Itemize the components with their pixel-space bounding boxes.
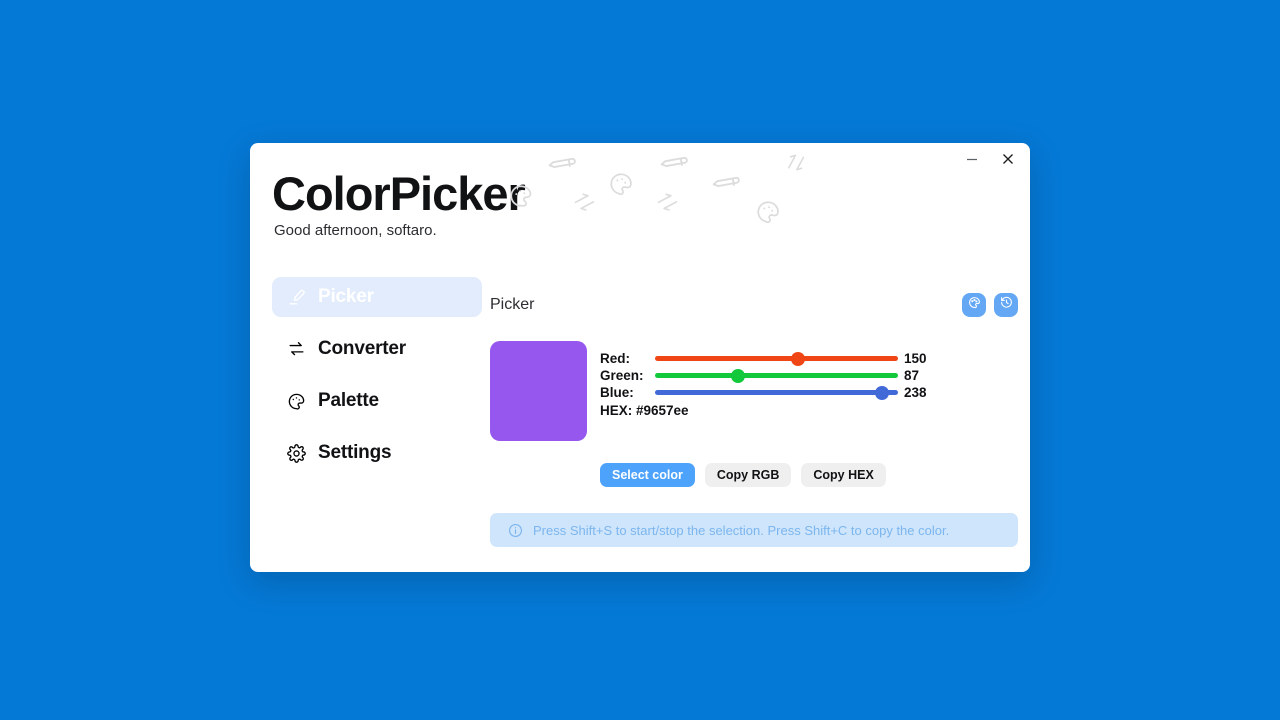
swap-arrows-icon	[286, 339, 306, 359]
channel-row: Blue: 238	[600, 384, 1018, 401]
copy-rgb-button[interactable]: Copy RGB	[704, 463, 792, 487]
channel-label: Blue:	[600, 385, 634, 400]
palette-button[interactable]	[962, 293, 986, 317]
eyedropper-icon	[286, 287, 306, 307]
main-panel: Picker Red: 150 Green: 87 Blue: 238 HEX:…	[490, 291, 1018, 547]
app-header: ColorPicker Good afternoon, softaro.	[272, 169, 1012, 264]
gear-icon	[286, 443, 306, 463]
channel-label: Green:	[600, 368, 644, 383]
history-button[interactable]	[994, 293, 1018, 317]
channel-slider[interactable]	[655, 368, 898, 383]
sidebar-nav: Picker Converter Palette Settings	[272, 277, 482, 485]
palette-icon	[968, 296, 981, 314]
action-button-row: Select color Copy RGB Copy HEX	[490, 463, 1018, 487]
sidebar-item-label: Palette	[318, 390, 379, 411]
channel-row: Red: 150	[600, 350, 1018, 367]
sidebar-item-picker[interactable]: Picker	[272, 277, 482, 317]
palette-icon	[286, 391, 306, 411]
header-action-buttons	[962, 293, 1018, 317]
slider-thumb[interactable]	[790, 351, 805, 366]
channel-value: 150	[904, 351, 927, 366]
copy-hex-button[interactable]: Copy HEX	[801, 463, 886, 487]
select-color-button[interactable]: Select color	[600, 463, 695, 487]
sidebar-item-label: Picker	[318, 286, 374, 307]
sidebar-item-settings[interactable]: Settings	[272, 433, 482, 473]
main-header: Picker	[490, 291, 1018, 319]
channel-slider[interactable]	[655, 351, 898, 366]
channel-value: 87	[904, 368, 920, 383]
rgb-channel-list: Red: 150 Green: 87 Blue: 238 HEX: #9657ee	[600, 341, 1018, 418]
color-swatch	[490, 341, 587, 441]
slider-thumb[interactable]	[730, 368, 745, 383]
channel-label: Red:	[600, 351, 630, 366]
history-icon	[1000, 296, 1013, 314]
sidebar-item-palette[interactable]: Palette	[272, 381, 482, 421]
sidebar-item-converter[interactable]: Converter	[272, 329, 482, 369]
greeting-subtitle: Good afternoon, softaro.	[274, 222, 437, 240]
channel-slider[interactable]	[655, 385, 898, 400]
info-banner-text: Press Shift+S to start/stop the selectio…	[533, 522, 950, 538]
app-window: ColorPicker Good afternoon, softaro. Pic…	[250, 143, 1030, 572]
hex-value-label: HEX: #9657ee	[600, 403, 689, 418]
section-title: Picker	[490, 296, 535, 313]
channel-row: Green: 87	[600, 367, 1018, 384]
slider-thumb[interactable]	[874, 385, 889, 400]
info-circle-icon	[508, 523, 523, 538]
info-banner: Press Shift+S to start/stop the selectio…	[490, 513, 1018, 547]
sidebar-item-label: Converter	[318, 338, 406, 359]
page-title: ColorPicker	[272, 167, 526, 220]
sidebar-item-label: Settings	[318, 442, 392, 463]
channel-value: 238	[904, 385, 927, 400]
color-preview-row: Red: 150 Green: 87 Blue: 238 HEX: #9657ee	[490, 341, 1018, 441]
